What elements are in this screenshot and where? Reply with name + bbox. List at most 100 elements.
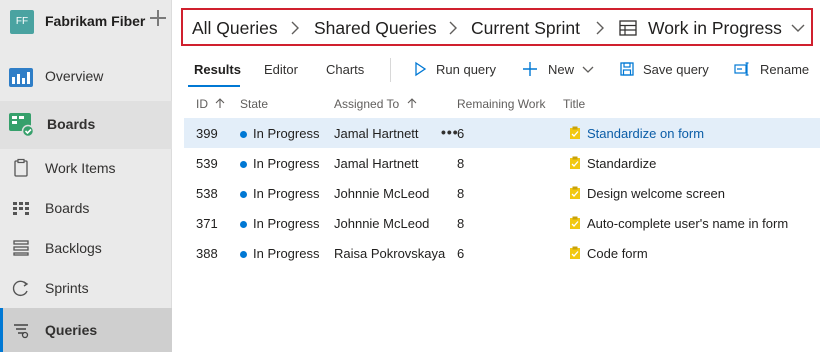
selected-indicator (0, 308, 3, 352)
cell-remaining-work: 8 (457, 186, 465, 201)
chevron-right-icon (449, 21, 457, 35)
save-icon (620, 62, 634, 76)
sidebar-item-label: Backlogs (45, 240, 102, 256)
query-icon (14, 324, 29, 339)
cell-id: 538 (196, 186, 218, 201)
cell-remaining-work: 8 (457, 156, 465, 171)
sidebar-item-sprints[interactable]: Sprints (0, 268, 172, 308)
tab-charts[interactable]: Charts (326, 62, 364, 77)
cell-title-link[interactable]: Auto-complete user's name in form (587, 216, 788, 231)
sidebar-item-queries[interactable]: Queries (0, 308, 172, 352)
project-avatar: FF (10, 10, 34, 34)
sort-up-icon (407, 98, 416, 108)
task-icon (570, 126, 580, 139)
column-header-label: ID (196, 97, 208, 111)
cell-state: In Progress (253, 246, 320, 261)
sidebar-item-boards[interactable]: Boards (0, 188, 172, 228)
chevron-down-icon[interactable] (791, 20, 805, 36)
cell-assigned-to: Johnnie McLeod (334, 216, 430, 231)
query-table-icon (619, 20, 637, 36)
state-dot (240, 251, 247, 258)
cell-title-link[interactable]: Design welcome screen (587, 186, 725, 201)
rename-button[interactable]: Rename (760, 62, 809, 77)
run-icon (415, 61, 427, 77)
cell-assigned-to: Jamal Hartnett (334, 126, 419, 141)
cell-assigned-to: Jamal Hartnett (334, 156, 419, 171)
column-header-remaining-work[interactable]: Remaining Work (457, 97, 545, 111)
table-row[interactable]: 539 In Progress Jamal Hartnett 8 Standar… (184, 148, 820, 178)
sidebar-section-label: Boards (47, 116, 96, 132)
toolbar-divider (390, 58, 391, 82)
cell-id: 371 (196, 216, 218, 231)
chevron-right-icon (291, 21, 299, 35)
plus-icon (523, 62, 537, 76)
tab-results[interactable]: Results (194, 62, 241, 77)
app-window: FF Fabrikam Fiber Overview Boards Work I… (0, 0, 820, 352)
overview-icon (9, 68, 33, 87)
sidebar-item-work-items[interactable]: Work Items (0, 148, 172, 188)
sidebar-item-boards-section[interactable]: Boards (0, 101, 172, 149)
breadcrumb-all-queries[interactable]: All Queries (192, 18, 278, 39)
table-row[interactable]: 371 In Progress Johnnie McLeod 8 Auto-co… (184, 208, 820, 238)
task-icon (570, 156, 580, 169)
chevron-right-icon (596, 21, 604, 35)
state-dot (240, 191, 247, 198)
breadcrumb: All Queries Shared Queries Current Sprin… (181, 8, 813, 46)
cell-title-link[interactable]: Standardize (587, 156, 656, 171)
cell-id: 388 (196, 246, 218, 261)
column-header-id[interactable]: ID (196, 97, 225, 111)
sidebar-item-label: Sprints (45, 280, 89, 296)
add-icon[interactable] (149, 9, 167, 27)
tab-editor[interactable]: Editor (264, 62, 298, 77)
state-dot (240, 161, 247, 168)
column-header-assigned-to[interactable]: Assigned To (334, 97, 417, 111)
cell-state: In Progress (253, 126, 320, 141)
cell-assigned-to: Raisa Pokrovskaya (334, 246, 446, 261)
sidebar-item-label: Queries (45, 322, 98, 338)
toolbar: Results Editor Charts Run query New Save… (172, 52, 820, 88)
cell-assigned-to: Johnnie McLeod (334, 186, 430, 201)
board-icon (13, 202, 29, 215)
sidebar-item-label: Boards (45, 200, 90, 216)
state-dot (240, 131, 247, 138)
table-row[interactable]: 399 In Progress Jamal Hartnett ••• 6 Sta… (184, 118, 820, 148)
task-icon (570, 246, 580, 259)
save-query-button[interactable]: Save query (643, 62, 709, 77)
sidebar-item-backlogs[interactable]: Backlogs (0, 228, 172, 268)
column-header-state[interactable]: State (240, 97, 268, 111)
column-header-label: Assigned To (334, 97, 400, 111)
cell-title-link[interactable]: Standardize on form (587, 126, 704, 141)
new-button[interactable]: New (548, 62, 574, 77)
cell-id: 539 (196, 156, 218, 171)
column-header-title[interactable]: Title (563, 97, 585, 111)
cell-state: In Progress (253, 216, 320, 231)
table-row[interactable]: 538 In Progress Johnnie McLeod 8 Design … (184, 178, 820, 208)
active-tab-indicator (188, 85, 240, 87)
cell-remaining-work: 6 (457, 126, 465, 141)
backlog-icon (13, 240, 29, 256)
sidebar: FF Fabrikam Fiber Overview Boards Work I… (0, 0, 172, 352)
task-icon (570, 216, 580, 229)
cell-state: In Progress (253, 186, 320, 201)
work-items-icon (14, 158, 28, 177)
sidebar-item-overview[interactable]: Overview (0, 56, 172, 96)
table-row[interactable]: 388 In Progress Raisa Pokrovskaya 6 Code… (184, 238, 820, 268)
breadcrumb-work-in-progress[interactable]: Work in Progress (648, 18, 782, 39)
sidebar-item-label: Work Items (45, 160, 116, 176)
task-icon (570, 186, 580, 199)
sort-up-icon (215, 98, 225, 108)
project-name[interactable]: Fabrikam Fiber (45, 13, 145, 29)
sprint-icon (12, 280, 29, 297)
cell-title-link[interactable]: Code form (587, 246, 648, 261)
cell-remaining-work: 8 (457, 216, 465, 231)
chevron-down-icon[interactable] (582, 63, 594, 75)
run-query-button[interactable]: Run query (436, 62, 496, 77)
breadcrumb-current-sprint[interactable]: Current Sprint (471, 18, 580, 39)
state-dot (240, 221, 247, 228)
sidebar-item-label: Overview (45, 68, 104, 84)
boards-hub-icon (9, 113, 34, 137)
cell-remaining-work: 6 (457, 246, 465, 261)
breadcrumb-shared-queries[interactable]: Shared Queries (314, 18, 437, 39)
cell-id: 399 (196, 126, 218, 141)
project-header[interactable]: FF Fabrikam Fiber (0, 0, 172, 46)
